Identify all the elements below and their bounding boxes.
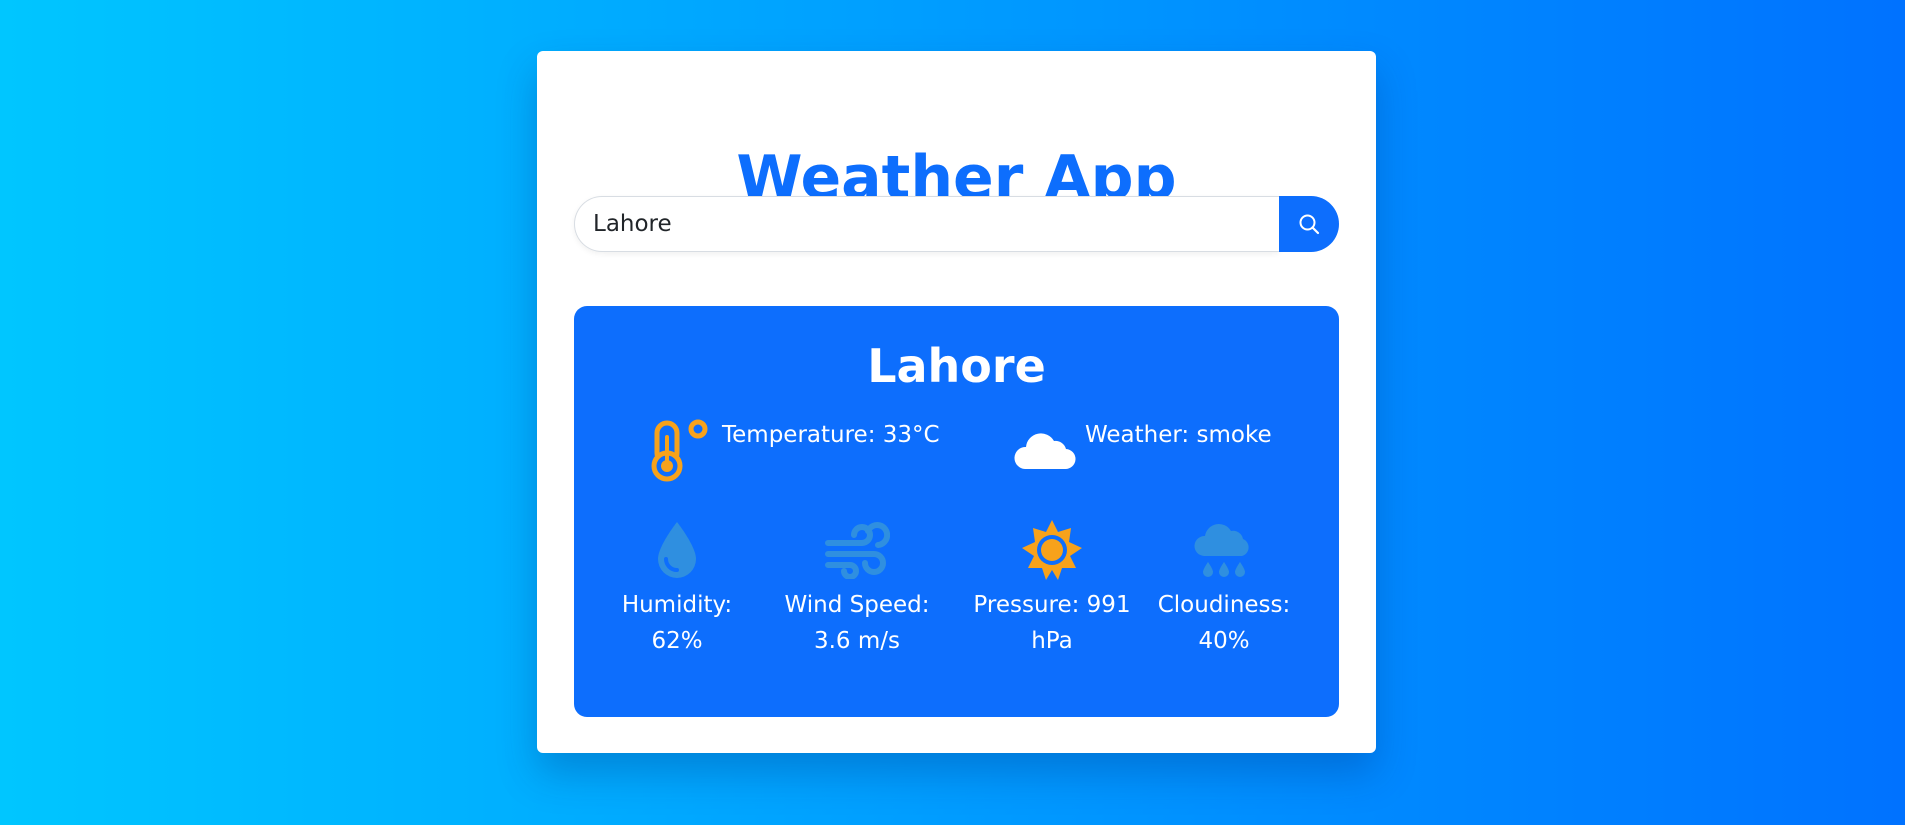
- search-button[interactable]: [1279, 196, 1339, 252]
- condition-label: Weather: smoke: [1085, 422, 1272, 448]
- cloudiness-label: Cloudiness: 40%: [1157, 592, 1291, 654]
- thermometer-icon: [648, 417, 714, 487]
- temperature-label: Temperature: 33°C: [722, 422, 940, 448]
- city-name: Lahore: [867, 339, 1046, 393]
- temperature-item: Temperature: 33°C: [648, 417, 940, 487]
- primary-weather-row: Temperature: 33°C Weather: smoke: [574, 417, 1339, 483]
- weather-app-card: Weather App Lahore Lahore Temperature: 3…: [537, 51, 1376, 753]
- cloud-icon: [1011, 417, 1077, 487]
- pressure-item: Pressure: 991 hPa: [972, 517, 1132, 659]
- wind-icon: [777, 517, 937, 583]
- humidity-drop-icon: [597, 517, 757, 583]
- wind-speed-label: Wind Speed: 3.6 m/s: [784, 592, 930, 654]
- humidity-label: Humidity: 62%: [621, 592, 733, 654]
- condition-item: Weather: smoke: [1011, 417, 1272, 487]
- pressure-label: Pressure: 991 hPa: [973, 592, 1131, 654]
- rain-cloud-icon: [1144, 517, 1304, 583]
- sun-pressure-icon: [972, 517, 1132, 583]
- search-icon: [1298, 213, 1320, 235]
- cloudiness-item: Cloudiness: 40%: [1144, 517, 1304, 659]
- city-search-input[interactable]: [574, 196, 1279, 252]
- search-bar: [574, 196, 1339, 252]
- weather-result-panel: Lahore Temperature: 33°C Weather: smoke …: [574, 306, 1339, 717]
- humidity-item: Humidity: 62%: [597, 517, 757, 659]
- wind-speed-item: Wind Speed: 3.6 m/s: [777, 517, 937, 659]
